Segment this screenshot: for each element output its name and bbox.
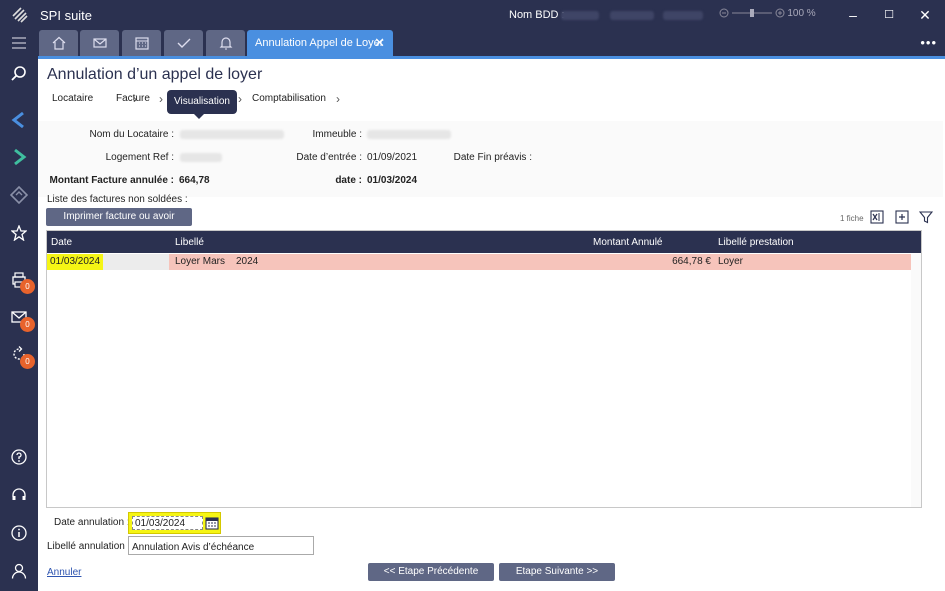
column-header-montant[interactable]: Montant Annulé [593,237,663,248]
row-libelle-year: 2024 [236,256,259,267]
app-title: SPI suite [40,8,93,23]
column-header-prestation[interactable]: Libellé prestation [718,237,794,248]
date-fin-preavis-label: Date Fin préavis : [453,152,532,163]
date-entree-label: Date d’entrée : [296,152,362,163]
app-logo-icon [12,7,28,23]
calendar-picker-icon[interactable] [205,516,219,530]
help-icon[interactable] [8,446,30,468]
main-content: Annulation d’un appel de loyer Locataire… [38,59,943,589]
add-record-icon[interactable] [894,209,910,225]
info-icon[interactable] [8,522,30,544]
title-bar: SPI suite Nom BDD : 100 % – ☐ ✕ [0,0,945,30]
headset-support-icon[interactable] [8,484,30,506]
row-montant: 664,78 € [672,256,711,267]
chevron-right-icon: › [336,92,340,106]
nom-locataire-label: Nom du Locataire : [89,129,175,140]
tab-active-label: Annulation Appel de Loyer [255,37,384,49]
column-header-date[interactable]: Date [51,237,72,248]
diamond-icon[interactable] [8,184,30,206]
more-options-icon[interactable]: ••• [920,35,937,50]
step-comptabilisation[interactable]: Comptabilisation [252,93,326,104]
montant-annule-label: Montant Facture annulée : [49,175,174,186]
tab-check-icon[interactable] [164,30,203,56]
table-scrollbar[interactable] [911,254,921,507]
menu-icon[interactable] [8,32,30,54]
record-count: 1 fiche [840,214,864,223]
logement-ref-value-blurred [180,153,222,162]
tab-home-icon[interactable] [39,30,78,56]
step-locataire[interactable]: Locataire [52,93,93,104]
previous-step-button[interactable]: << Etape Précédente [368,563,494,581]
back-arrow-icon[interactable] [8,109,30,131]
minimize-button[interactable]: – [843,6,863,24]
tab-bell-icon[interactable] [206,30,245,56]
immeuble-label: Immeuble : [312,129,362,140]
left-sidebar: 0 0 0 [0,30,38,591]
tabs-bar: Annulation Appel de Loyer ✕ ••• [38,30,945,56]
annuler-link[interactable]: Annuler [47,567,81,578]
date-value: 01/03/2024 [367,175,418,186]
mail-badge: 0 [20,317,35,332]
table-row[interactable]: 01/03/2024 Loyer Mars 2024 664,78 € Loye… [47,254,921,270]
filter-icon[interactable] [918,209,934,225]
list-title: Liste des factures non soldées : [47,194,188,205]
invoices-table: Date Libellé Montant Annulé Libellé pres… [46,230,922,508]
zoom-slider[interactable] [731,8,772,18]
date-entree-value: 01/09/2021 [367,152,418,163]
row-date: 01/03/2024 [47,254,103,270]
search-icon[interactable] [8,63,30,85]
forward-arrow-icon[interactable] [8,146,30,168]
zoom-control[interactable]: 100 % [719,8,816,19]
maximize-button[interactable]: ☐ [879,6,899,24]
row-prestation: Loyer [718,256,744,267]
sync-badge: 0 [20,354,35,369]
print-invoice-button[interactable]: Imprimer facture ou avoir [46,208,192,226]
tab-calendar-icon[interactable] [122,30,161,56]
user-icon[interactable] [8,560,30,582]
libelle-annulation-input[interactable] [128,536,314,555]
printer-badge: 0 [20,279,35,294]
zoom-level: 100 % [787,8,816,19]
immeuble-value-blurred [367,130,451,139]
column-header-libelle[interactable]: Libellé [175,237,204,248]
step-visualisation[interactable]: Visualisation [167,90,237,119]
date-label: date : [335,175,362,186]
logement-ref-label: Logement Ref : [105,152,174,163]
star-icon[interactable] [8,222,30,244]
date-annulation-highlight [128,512,221,534]
database-name-blurred [561,11,704,23]
montant-annule-value: 664,78 [179,175,210,186]
step-facture[interactable]: Facture [116,93,150,104]
zoom-in-icon[interactable] [775,8,785,18]
table-header: Date Libellé Montant Annulé Libellé pres… [47,231,921,253]
close-window-button[interactable]: ✕ [915,6,935,24]
date-annulation-input[interactable] [132,516,203,530]
next-step-button[interactable]: Etape Suivante >> [499,563,615,581]
chevron-right-icon: › [159,92,163,106]
nom-locataire-value-blurred [180,130,284,139]
form-area: Nom du Locataire : Immeuble : Logement R… [38,121,943,197]
tab-annulation-appel-loyer[interactable]: Annulation Appel de Loyer ✕ [247,30,393,56]
libelle-annulation-label: Libellé annulation : [47,541,131,552]
database-name-label: Nom BDD : [509,9,565,21]
excel-export-icon[interactable] [869,209,885,225]
zoom-out-icon[interactable] [719,8,729,18]
page-title: Annulation d’un appel de loyer [47,66,263,83]
chevron-right-icon: › [238,92,242,106]
date-annulation-label: Date annulation : [54,517,130,528]
row-libelle: Loyer Mars [175,256,226,267]
tab-close-icon[interactable]: ✕ [374,35,385,51]
tab-mail-icon[interactable] [80,30,119,56]
row-empty-cell [103,254,169,270]
